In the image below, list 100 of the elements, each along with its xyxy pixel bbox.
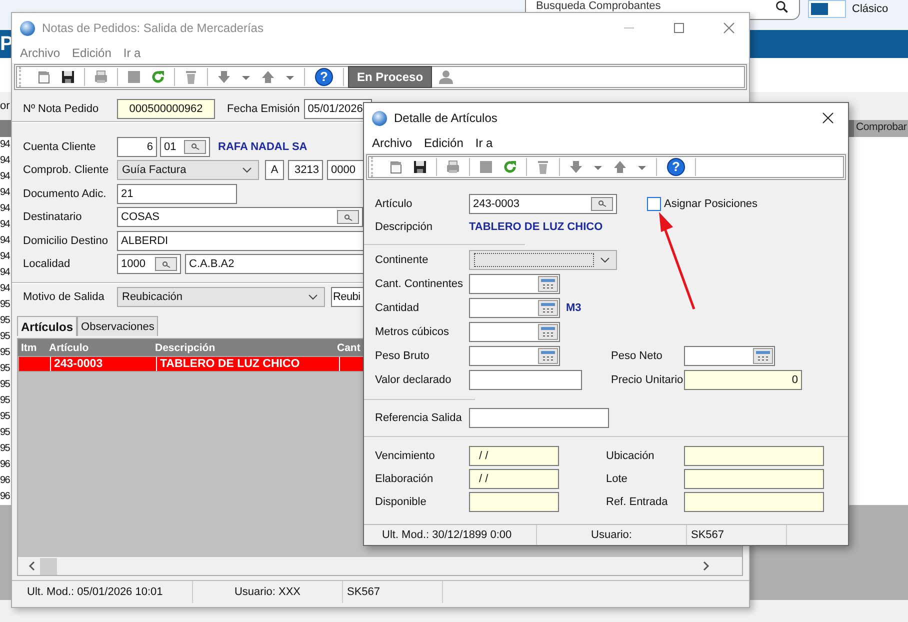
- delete-icon[interactable]: [183, 69, 199, 85]
- row-number: 95: [0, 442, 10, 456]
- up-arrow-icon[interactable]: [260, 69, 276, 85]
- reason-dropdown[interactable]: Reubicación: [117, 287, 325, 307]
- calculator-icon[interactable]: [538, 276, 558, 292]
- down-arrow-icon[interactable]: [216, 69, 232, 85]
- toggle-label: Clásico: [852, 3, 888, 15]
- stop-icon[interactable]: [126, 69, 142, 85]
- lookup-button[interactable]: [337, 210, 359, 224]
- reason-field[interactable]: Reubi: [331, 287, 363, 307]
- tab[interactable]: Observaciones: [77, 316, 158, 336]
- recipient-field[interactable]: COSAS: [117, 207, 363, 228]
- lookup-button[interactable]: [184, 140, 206, 154]
- checkbox-label[interactable]: Asignar Posiciones: [664, 198, 758, 210]
- menu-item[interactable]: Edición: [418, 136, 470, 150]
- checkbox[interactable]: [647, 196, 661, 210]
- save-icon[interactable]: [60, 69, 76, 85]
- description-text: TABLERO DE LUZ CHICO: [469, 220, 603, 232]
- row-number: 95: [0, 330, 10, 344]
- globe-icon: [372, 110, 387, 126]
- lookup-button[interactable]: [155, 257, 177, 272]
- delete-icon[interactable]: [535, 159, 551, 175]
- branch-field[interactable]: 01: [160, 136, 210, 157]
- input-field[interactable]: [469, 322, 560, 342]
- table-cell: 243-0003: [51, 357, 157, 371]
- refresh-icon[interactable]: [150, 69, 166, 85]
- field-label: Metros cúbicos: [375, 326, 450, 338]
- chevron-down-icon[interactable]: [242, 167, 252, 174]
- help-button[interactable]: ?: [315, 68, 333, 86]
- menu-item[interactable]: Archivo: [366, 136, 418, 150]
- article-field[interactable]: 243-0003: [469, 194, 617, 214]
- window-title: Detalle de Artículos: [394, 111, 498, 125]
- tab[interactable]: Artículos: [17, 316, 78, 336]
- calculator-icon[interactable]: [538, 300, 558, 316]
- field-label: Disponible: [375, 496, 428, 508]
- input-field[interactable]: [469, 408, 609, 428]
- save-icon[interactable]: [412, 159, 428, 175]
- input-field[interactable]: [684, 346, 775, 366]
- status-text: Ult. Mod.: 05/01/2026 10:01: [12, 581, 193, 603]
- row-number: 95: [0, 378, 10, 392]
- account-field[interactable]: 6: [117, 136, 157, 157]
- menu-item[interactable]: Ir a: [469, 136, 499, 150]
- down-arrow-icon[interactable]: [568, 159, 584, 175]
- user-icon[interactable]: [438, 69, 454, 85]
- point-field[interactable]: 3213: [288, 160, 323, 180]
- magnifier-icon: [344, 214, 352, 221]
- maximize-icon[interactable]: [673, 22, 685, 34]
- input-field[interactable]: / /: [469, 446, 559, 466]
- chevron-right-icon[interactable]: [702, 561, 710, 571]
- menu-item[interactable]: Edición: [66, 46, 118, 60]
- field-label: Documento Adic.: [23, 188, 108, 200]
- address-field[interactable]: ALBERDI: [117, 230, 363, 251]
- row-number: 95: [0, 362, 10, 376]
- help-button[interactable]: ?: [667, 158, 685, 176]
- input-field[interactable]: [469, 370, 582, 390]
- stop-icon[interactable]: [478, 159, 494, 175]
- refresh-icon[interactable]: [502, 159, 518, 175]
- city-field[interactable]: C.A.B.A2: [185, 254, 363, 274]
- voucher-number-field[interactable]: 0000: [327, 160, 363, 180]
- lookup-button[interactable]: [591, 196, 613, 210]
- chevron-left-icon[interactable]: [28, 561, 36, 571]
- input-field[interactable]: [469, 274, 560, 294]
- input-field[interactable]: 0: [684, 370, 802, 390]
- calculator-icon[interactable]: [753, 348, 773, 364]
- input-field[interactable]: [684, 446, 824, 466]
- postal-code-field[interactable]: 1000: [117, 254, 181, 274]
- calculator-icon[interactable]: [538, 348, 558, 364]
- search-icon[interactable]: [775, 0, 789, 14]
- new-document-icon[interactable]: [388, 159, 404, 175]
- row-number: 94: [0, 218, 10, 232]
- input-field[interactable]: [684, 468, 824, 488]
- input-field[interactable]: [469, 298, 560, 318]
- up-arrow-icon[interactable]: [612, 159, 628, 175]
- row-number: 94: [0, 250, 10, 264]
- scroll-thumb[interactable]: [40, 558, 57, 574]
- order-number-field[interactable]: 000500000962: [117, 99, 215, 119]
- calculator-icon[interactable]: [538, 324, 558, 340]
- date-field[interactable]: 05/01/2026: [304, 99, 372, 119]
- new-document-icon[interactable]: [36, 69, 52, 85]
- field-label: Localidad: [23, 258, 72, 270]
- menu-item[interactable]: Archivo: [14, 46, 66, 60]
- print-icon[interactable]: [445, 159, 461, 175]
- menu-item[interactable]: Ir a: [117, 46, 147, 60]
- input-field[interactable]: [469, 346, 560, 366]
- field-label: Domicilio Destino: [23, 234, 109, 247]
- input-field[interactable]: [469, 492, 559, 512]
- document-field[interactable]: 21: [117, 184, 237, 204]
- input-field[interactable]: [684, 492, 824, 512]
- print-icon[interactable]: [93, 69, 109, 85]
- chevron-down-icon[interactable]: [308, 294, 318, 300]
- status-text: Usuario:: [537, 525, 687, 545]
- close-icon[interactable]: [822, 112, 834, 124]
- window-title: Notas de Pedidos: Salida de Mercaderías: [42, 21, 264, 35]
- input-field[interactable]: / /: [469, 468, 559, 488]
- voucher-type-dropdown[interactable]: Guía Factura: [117, 160, 259, 180]
- view-toggle[interactable]: [808, 0, 846, 18]
- letter-field[interactable]: A: [265, 160, 284, 180]
- row-number: 94: [0, 138, 10, 152]
- scrollbar[interactable]: [18, 557, 742, 575]
- row-number: 96: [0, 458, 10, 472]
